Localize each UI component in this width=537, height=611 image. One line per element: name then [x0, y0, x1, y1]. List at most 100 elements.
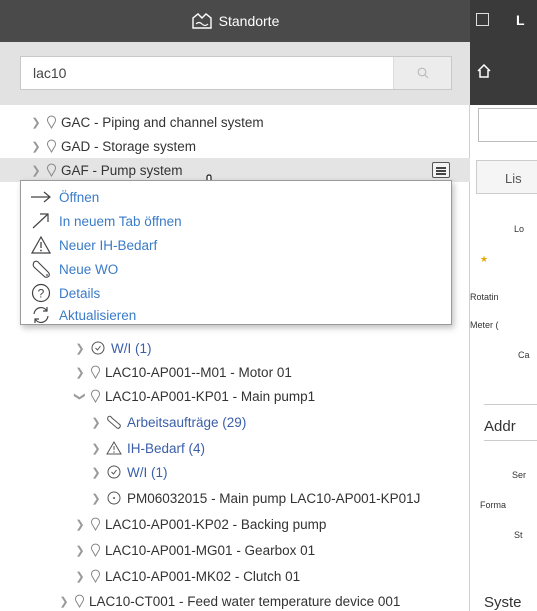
tree-item-label: LAC10-AP001-MG01 - Gearbox 01 [105, 542, 316, 558]
field-label: St [514, 530, 523, 540]
menu-item-new-requirement[interactable]: Neuer IH-Bedarf [21, 233, 451, 257]
wrench-icon [107, 415, 121, 429]
field-label: Lo [514, 224, 525, 234]
tree-item-label: IH-Bedarf (4) [127, 440, 206, 456]
tree-item-label: W/I (1) [111, 340, 152, 356]
menu-item-label: Aktualisieren [59, 307, 137, 323]
divider [484, 440, 537, 441]
divider [484, 404, 537, 405]
section-heading: Syste [484, 594, 522, 611]
tree-item[interactable]: ❯ Arbeitsaufträge (29) [0, 410, 470, 434]
panel-header: Standorte [0, 0, 470, 42]
search-bar [0, 42, 470, 105]
wrench-icon [32, 260, 50, 278]
tree-item[interactable]: ❯ W/I (1) [0, 460, 470, 484]
location-pin-icon [91, 569, 100, 583]
menu-item-label: In neuem Tab öffnen [59, 213, 182, 229]
context-menu: Öffnen In neuem Tab öffnen Neuer IH-Beda… [20, 180, 452, 325]
menu-item-new-wo[interactable]: Neue WO [21, 257, 451, 281]
location-pin-icon [91, 543, 100, 557]
search-button[interactable] [393, 57, 451, 89]
locations-panel: Standorte ❯ GAC - Piping and channel sys… [0, 0, 470, 611]
field-label: Ca [518, 350, 530, 360]
detail-input[interactable] [478, 108, 537, 142]
tree-item-expanded[interactable]: ❯ LAC10-AP001-KP01 - Main pump1 [0, 384, 470, 408]
menu-item-label: Neue WO [59, 261, 119, 277]
menu-item-label: Öffnen [59, 189, 100, 205]
tree-item-label: Arbeitsaufträge (29) [127, 414, 247, 430]
warning-icon [106, 441, 122, 455]
tree-item-label: GAC - Piping and channel system [61, 114, 264, 130]
location-pin-icon [91, 389, 100, 403]
menu-item-details[interactable]: ? Details [21, 281, 451, 305]
search-box [20, 56, 452, 90]
field-label: Ser [512, 470, 527, 480]
chevron-right-icon[interactable]: ❯ [30, 140, 42, 153]
tree-item-label: LAC10-CT001 - Feed water temperature dev… [89, 593, 401, 609]
search-icon [417, 67, 428, 79]
star-icon: ★ [480, 254, 489, 264]
detail-toolbar [470, 42, 537, 105]
tree-item[interactable]: ❯ GAD - Storage system [0, 134, 470, 158]
arrow-right-icon [31, 191, 51, 203]
clock-icon [91, 341, 105, 355]
warning-icon [31, 236, 51, 254]
detail-header: L [470, 0, 537, 42]
section-heading: Addr [484, 418, 516, 435]
tree-item[interactable]: ❯ PM06032015 - Main pump LAC10-AP001-KP0… [0, 486, 470, 510]
tree-item[interactable]: ❯ LAC10-CT001 - Feed water temperature d… [0, 589, 470, 611]
location-pin-icon [47, 163, 56, 177]
chevron-down-icon[interactable]: ❯ [74, 390, 87, 402]
tree-item-selected[interactable]: ❯ GAF - Pump system [0, 158, 470, 182]
chevron-right-icon[interactable]: ❯ [90, 492, 102, 505]
maintenance-plan-icon [107, 491, 121, 505]
tree-item-label: W/I (1) [127, 464, 168, 480]
menu-item-refresh[interactable]: Aktualisieren [21, 303, 451, 327]
app-window: Standorte ❯ GAC - Piping and channel sys… [0, 0, 537, 611]
tree-item[interactable]: ❯ IH-Bedarf (4) [0, 436, 470, 460]
tree-item[interactable]: ❯ LAC10-AP001-KP02 - Backing pump [0, 512, 470, 536]
home-icon[interactable] [477, 64, 491, 78]
tree-item-label: GAF - Pump system [61, 162, 183, 178]
detail-title: L [516, 12, 525, 28]
tree-item-label: LAC10-AP001-KP02 - Backing pump [105, 516, 327, 532]
location-pin-icon [47, 139, 56, 153]
refresh-icon [33, 306, 49, 324]
item-menu-button[interactable] [432, 162, 450, 178]
svg-text:?: ? [38, 287, 45, 301]
menu-item-open[interactable]: Öffnen [21, 185, 451, 209]
tree-item[interactable]: ❯ GAC - Piping and channel system [0, 110, 470, 134]
field-label: Meter ( [470, 320, 499, 330]
tab-list[interactable]: Lis [476, 160, 537, 194]
collapse-icon[interactable] [476, 13, 489, 26]
panel-title: Standorte [218, 13, 280, 29]
tree-item[interactable]: ❯ W/I (1) [0, 336, 470, 360]
tree-item-label: LAC10-AP001--M01 - Motor 01 [105, 364, 292, 380]
menu-item-label: Details [59, 285, 101, 301]
tree-item[interactable]: ❯ LAC10-AP001--M01 - Motor 01 [0, 360, 470, 384]
chevron-right-icon[interactable]: ❯ [74, 366, 86, 379]
tree-item-label: LAC10-AP001-MK02 - Clutch 01 [105, 568, 301, 584]
field-label: Rotatin [470, 292, 499, 302]
search-input[interactable] [21, 57, 393, 89]
tree-item[interactable]: ❯ LAC10-AP001-MG01 - Gearbox 01 [0, 538, 470, 562]
chevron-right-icon[interactable]: ❯ [30, 164, 42, 177]
menu-item-open-new-tab[interactable]: In neuem Tab öffnen [21, 209, 451, 233]
chevron-right-icon[interactable]: ❯ [74, 342, 86, 355]
chevron-right-icon[interactable]: ❯ [74, 518, 86, 531]
location-pin-icon [75, 594, 84, 608]
chevron-right-icon[interactable]: ❯ [58, 595, 70, 608]
tree-item[interactable]: ❯ LAC10-AP001-MK02 - Clutch 01 [0, 564, 470, 588]
location-pin-icon [47, 115, 56, 129]
tree-item-label: LAC10-AP001-KP01 - Main pump1 [105, 388, 316, 404]
chevron-right-icon[interactable]: ❯ [90, 466, 102, 479]
location-pin-icon [91, 365, 100, 379]
tree-item-label: GAD - Storage system [61, 138, 197, 154]
menu-item-label: Neuer IH-Bedarf [59, 237, 158, 253]
chevron-right-icon[interactable]: ❯ [30, 116, 42, 129]
chevron-right-icon[interactable]: ❯ [74, 570, 86, 583]
chevron-right-icon[interactable]: ❯ [90, 416, 102, 429]
chevron-right-icon[interactable]: ❯ [90, 442, 102, 455]
field-label: Forma [480, 500, 507, 510]
chevron-right-icon[interactable]: ❯ [74, 544, 86, 557]
